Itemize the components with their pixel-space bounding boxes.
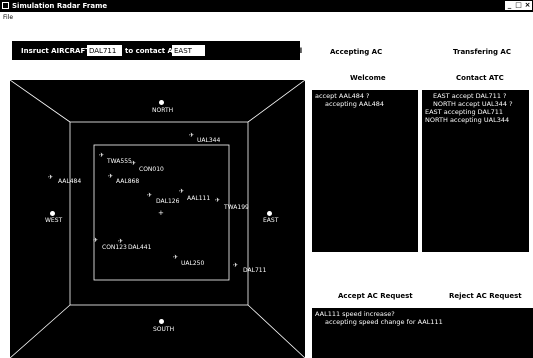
contact-atc-button[interactable]: Contact ATC xyxy=(456,74,504,82)
window-title: Simulation Radar Frame xyxy=(12,2,108,10)
request-line: accepting speed change for AAL111 xyxy=(325,318,443,326)
maximize-icon[interactable]: □ xyxy=(514,1,523,10)
contact-line: EAST accept DAL711 ? xyxy=(433,92,507,100)
minimize-icon[interactable]: _ xyxy=(505,1,514,10)
menu-bar: File xyxy=(0,12,533,23)
aircraft-icon[interactable]: ✈ xyxy=(118,238,123,245)
aircraft-label[interactable]: AAL484 xyxy=(58,178,81,185)
aircraft-label[interactable]: AAL868 xyxy=(116,178,139,185)
instruct-bar: Insruct AIRCRAFT to contact ATC xyxy=(12,41,300,60)
aircraft-label[interactable]: TWA555 xyxy=(107,158,132,165)
request-panel: AAL111 speed increase? accepting speed c… xyxy=(312,308,533,358)
aircraft-input[interactable] xyxy=(87,45,122,56)
welcome-line: accepting AAL484 xyxy=(325,100,385,108)
south-marker xyxy=(159,319,164,324)
aircraft-icon[interactable]: ✈ xyxy=(108,173,113,180)
aircraft-icon[interactable]: ✈ xyxy=(189,132,194,139)
aircraft-label[interactable]: CON010 xyxy=(139,166,164,173)
aircraft-label[interactable]: TWA199 xyxy=(224,204,249,211)
west-marker xyxy=(50,211,55,216)
south-label: SOUTH xyxy=(153,326,175,333)
aircraft-label[interactable]: CON123 xyxy=(102,244,127,251)
aircraft-label[interactable]: DAL126 xyxy=(156,198,179,205)
request-line: AAL111 speed increase? xyxy=(315,310,395,318)
radar-display[interactable]: NORTH SOUTH EAST WEST + ✈ UAL344 ✈ TWA55… xyxy=(10,80,305,358)
aircraft-label[interactable]: DAL711 xyxy=(243,267,266,274)
send-button[interactable]: Send xyxy=(236,47,256,55)
aircraft-icon[interactable]: ✈ xyxy=(233,262,238,269)
aircraft-icon[interactable]: ✈ xyxy=(93,237,98,244)
aircraft-icon[interactable]: ✈ xyxy=(215,197,220,204)
accept-request-button[interactable]: Accept AC Request xyxy=(338,292,413,300)
atc-input[interactable] xyxy=(172,45,205,56)
app-icon xyxy=(2,2,9,9)
welcome-line: accept AAL484 ? xyxy=(315,92,370,100)
transfering-ac-header: Transfering AC xyxy=(453,48,511,56)
reject-request-button[interactable]: Reject AC Request xyxy=(449,292,522,300)
aircraft-icon[interactable]: ✈ xyxy=(147,192,152,199)
center-cross-icon: + xyxy=(158,209,164,217)
contact-line: EAST accepting DAL711 xyxy=(425,108,504,116)
aircraft-icon[interactable]: ✈ xyxy=(173,254,178,261)
window-titlebar: Simulation Radar Frame _ □ × xyxy=(0,0,533,12)
aircraft-label[interactable]: DAL441 xyxy=(128,244,151,251)
west-label: WEST xyxy=(45,217,63,224)
north-label: NORTH xyxy=(152,107,174,114)
welcome-button[interactable]: Welcome xyxy=(350,74,386,82)
contact-line: NORTH accepting UAL344 xyxy=(425,116,510,124)
close-icon[interactable]: × xyxy=(523,1,532,10)
cancel-button[interactable]: Cancel xyxy=(276,47,302,55)
north-marker xyxy=(159,100,164,105)
aircraft-icon[interactable]: ✈ xyxy=(48,174,53,181)
aircraft-icon[interactable]: ✈ xyxy=(99,152,104,159)
contact-line: NORTH accept UAL344 ? xyxy=(433,100,513,108)
east-marker xyxy=(267,211,272,216)
contact-atc-panel: EAST accept DAL711 ? NORTH accept UAL344… xyxy=(422,90,529,252)
aircraft-label[interactable]: UAL344 xyxy=(197,137,220,144)
accepting-ac-header: Accepting AC xyxy=(330,48,383,56)
aircraft-icon[interactable]: ✈ xyxy=(179,188,184,195)
aircraft-label[interactable]: AAL111 xyxy=(187,195,210,202)
aircraft-label[interactable]: UAL250 xyxy=(181,260,204,267)
welcome-panel: accept AAL484 ? accepting AAL484 xyxy=(312,90,418,252)
east-label: EAST xyxy=(263,217,279,224)
aircraft-icon[interactable]: ✈ xyxy=(131,160,136,167)
instruct-label: Insruct AIRCRAFT xyxy=(21,47,91,55)
menu-file[interactable]: File xyxy=(3,14,13,21)
